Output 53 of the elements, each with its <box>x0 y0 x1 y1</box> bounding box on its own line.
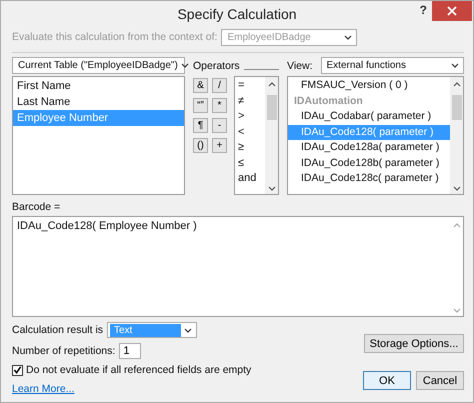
operator-item[interactable]: ≤ <box>235 156 265 171</box>
checkbox-label: Do not evaluate if all referenced fields are empty <box>26 364 252 376</box>
field-item[interactable]: Last Name <box>13 94 184 110</box>
cancel-button[interactable]: Cancel <box>416 371 464 390</box>
scroll-up-icon[interactable] <box>268 82 276 87</box>
function-item[interactable]: IDAu_Code128a( parameter ) <box>288 140 450 156</box>
operator-item[interactable]: and <box>235 171 265 186</box>
operator-button[interactable]: + <box>212 138 227 153</box>
scroll-up-icon[interactable] <box>452 82 460 87</box>
operator-button[interactable]: - <box>212 118 227 133</box>
formula-label: Barcode = <box>12 201 62 213</box>
operator-button[interactable]: & <box>193 78 208 93</box>
context-label: Evaluate this calculation from the context of: <box>12 31 218 43</box>
help-button[interactable]: ? <box>418 3 429 17</box>
function-item[interactable]: IDAu_Code128b( parameter ) <box>288 156 450 171</box>
learn-more-link[interactable]: Learn More... <box>12 383 74 395</box>
repetitions-label: Number of repetitions: <box>12 345 116 357</box>
function-item[interactable]: FMSAUC_Version ( 0 ) <box>288 78 450 94</box>
scroll-thumb[interactable] <box>266 95 276 120</box>
view-dropdown[interactable]: External functions <box>320 57 464 74</box>
view-label: View: <box>287 60 312 72</box>
function-item[interactable]: IDAu_Codabar( parameter ) <box>288 109 450 124</box>
ok-button[interactable]: OK <box>363 371 411 390</box>
caret-icon[interactable] <box>344 34 352 40</box>
operator-button[interactable]: / <box>212 78 227 93</box>
operator-item[interactable]: ≠ <box>235 94 265 109</box>
scrollbar[interactable] <box>265 77 278 194</box>
checkbox[interactable] <box>12 364 23 376</box>
caret-icon[interactable] <box>180 63 189 68</box>
window-title: Specify Calculation <box>177 6 297 22</box>
function-group-header: IDAutomation <box>293 94 364 108</box>
close-button[interactable] <box>432 1 472 21</box>
operator-item[interactable]: = <box>235 78 265 94</box>
result-label: Calculation result is <box>12 324 103 336</box>
operator-item[interactable]: ≥ <box>235 140 265 156</box>
operators-label: Operators <box>193 60 240 72</box>
caret-icon[interactable] <box>451 63 459 68</box>
storage-options-button[interactable]: Storage Options... <box>364 334 464 353</box>
operator-button[interactable]: * <box>212 98 227 113</box>
function-item[interactable]: IDAu_Code128c( parameter ) <box>288 171 450 186</box>
scroll-down-icon[interactable] <box>268 186 276 191</box>
close-icon <box>447 6 457 16</box>
operator-button[interactable]: () <box>193 138 208 153</box>
field-item[interactable]: First Name <box>13 78 184 94</box>
caret-icon[interactable] <box>184 328 192 332</box>
repetitions-field[interactable]: 1 <box>119 343 142 359</box>
operator-item[interactable]: > <box>235 109 265 124</box>
operator-item[interactable]: < <box>235 124 265 140</box>
scrollbar[interactable] <box>450 77 463 194</box>
scroll-thumb[interactable] <box>452 95 462 120</box>
operator-button[interactable]: ¶ <box>193 118 208 133</box>
operator-button[interactable]: “” <box>193 98 208 113</box>
scroll-down-icon[interactable] <box>452 186 460 191</box>
